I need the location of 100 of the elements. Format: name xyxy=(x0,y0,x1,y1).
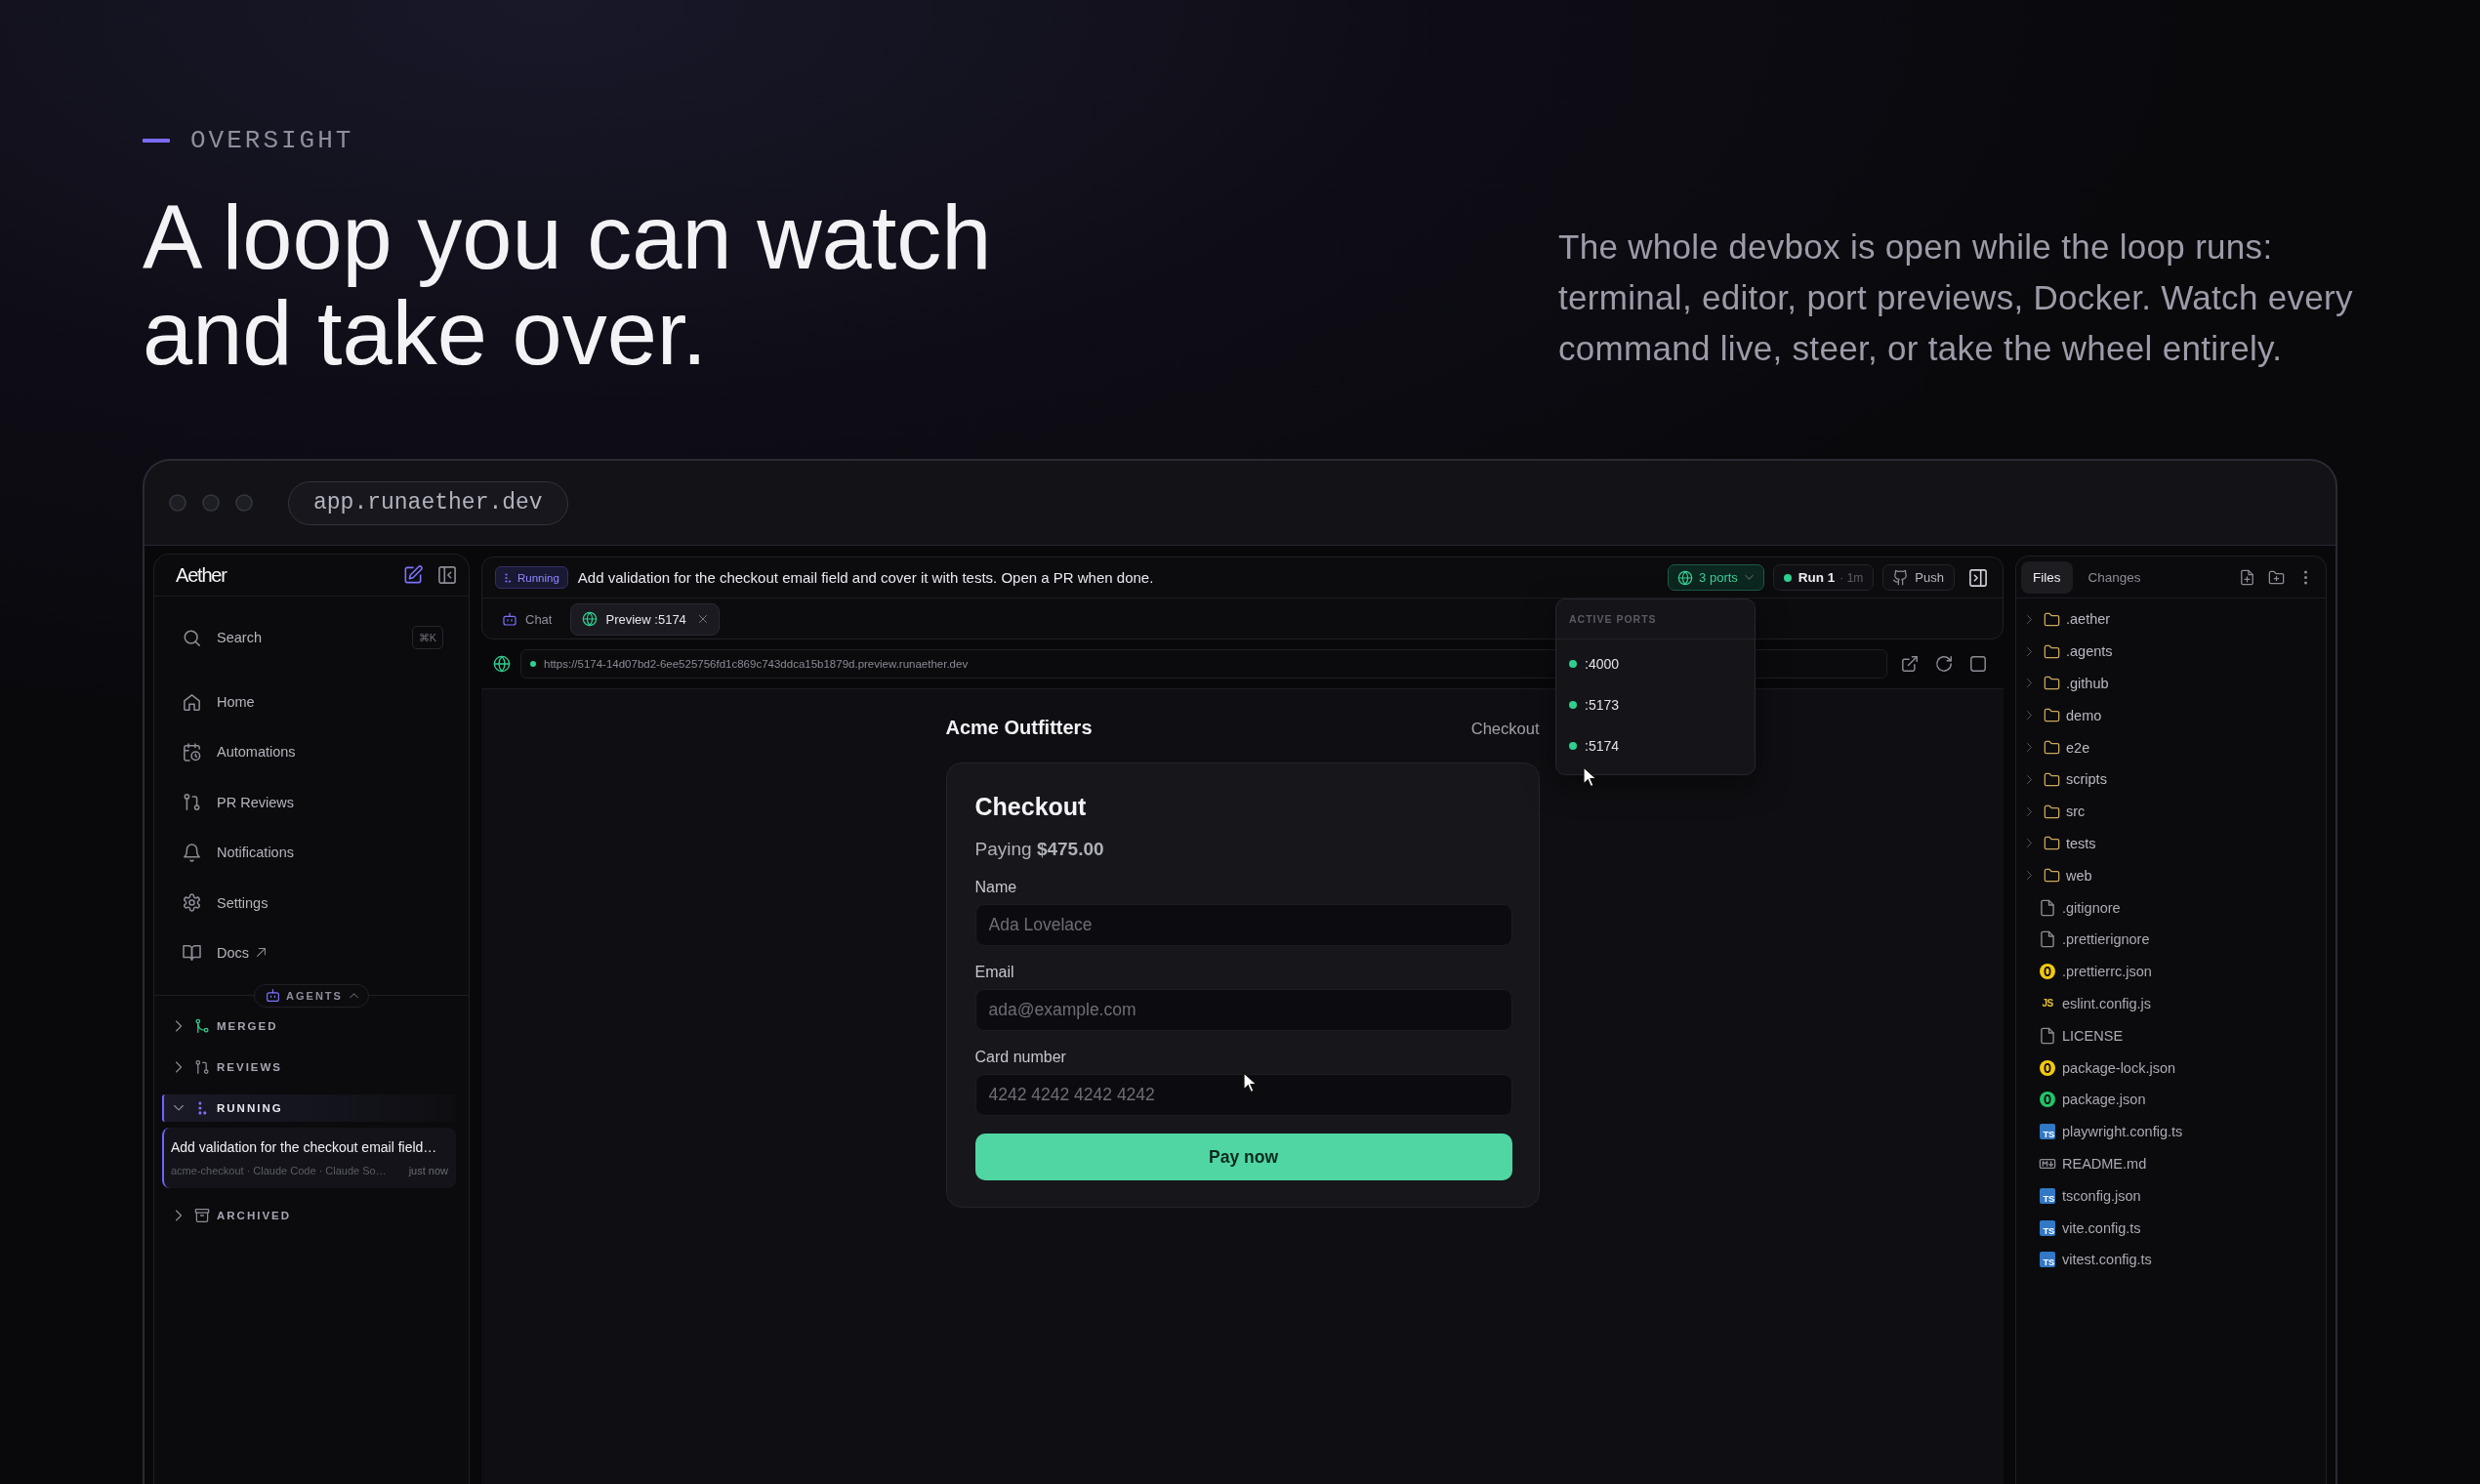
chevron-right-icon xyxy=(2025,806,2034,816)
agent-group-toggle[interactable]: ARCHIVED xyxy=(162,1201,292,1229)
text-input[interactable]: ada@example.com xyxy=(974,989,1512,1031)
file-tree-item[interactable]: TS vitest.config.ts xyxy=(2016,1243,2152,1276)
site-nav-link[interactable]: Checkout xyxy=(1470,717,1540,740)
text-input[interactable]: Ada Lovelace xyxy=(974,904,1512,946)
file-tree-item[interactable]: demo xyxy=(2016,699,2102,732)
file-tree-item[interactable]: TS playwright.config.ts xyxy=(2016,1115,2183,1148)
chevron-down-icon xyxy=(1744,573,1754,582)
file-tree-item[interactable]: README.md xyxy=(2016,1147,2147,1180)
file-tree-item[interactable]: web xyxy=(2016,859,2092,892)
file-tree-item[interactable]: tests xyxy=(2016,827,2096,860)
site-name: Acme Outfitters xyxy=(945,716,1093,739)
file-tree-item[interactable]: .gitignore xyxy=(2016,891,2121,924)
field-label: Card number xyxy=(974,1048,1066,1067)
task-title: Add validation for the checkout email field… xyxy=(171,1137,438,1156)
chevron-right-icon xyxy=(2025,743,2034,753)
file-tree-item[interactable]: e2e xyxy=(2016,731,2090,763)
search-icon xyxy=(184,629,200,646)
chevron-right-icon xyxy=(174,1210,184,1220)
folder-icon xyxy=(2045,708,2059,723)
intro-paragraph: The whole devbox is open while the loop runs: terminal, editor, port previews, Docker. Watch every command live, steer, or take the wheel entirely. xyxy=(1558,227,2354,369)
search-button[interactable]: Search ⌘K xyxy=(184,620,443,655)
folder-icon xyxy=(2045,643,2059,659)
nav-link[interactable]: Home xyxy=(184,683,255,721)
app-logo: Aether xyxy=(176,563,227,587)
file-type-badge: TS xyxy=(2040,1252,2055,1268)
file-type-badge: TS xyxy=(2040,1219,2055,1236)
tab[interactable]: Chat xyxy=(490,602,565,636)
chevron-right-icon xyxy=(174,1061,184,1072)
file-tree-item[interactable]: .agents xyxy=(2016,635,2113,668)
field-label: Name xyxy=(974,878,1017,897)
text-input[interactable]: 4242 4242 4242 4242 xyxy=(974,1074,1512,1116)
folder-icon xyxy=(2045,740,2059,756)
cat-icon xyxy=(1893,570,1909,585)
headline: A loop you can watch and take over. xyxy=(143,189,993,381)
nav-link[interactable]: Settings xyxy=(184,884,269,922)
panel-tab[interactable]: Changes xyxy=(2076,560,2153,594)
file-type-badge: TS xyxy=(2040,1124,2055,1140)
folder-icon xyxy=(2045,611,2059,627)
file-tree-item[interactable]: package.json xyxy=(2016,1083,2146,1116)
agent-group-toggle[interactable]: MERGED xyxy=(162,1011,278,1040)
markdown-icon xyxy=(2040,1158,2055,1169)
nav-link[interactable]: Automations xyxy=(184,733,296,771)
file-tree-item[interactable]: LICENSE xyxy=(2016,1019,2124,1052)
status-dot-icon xyxy=(530,661,536,667)
book-icon xyxy=(184,944,200,962)
file-tree-item[interactable]: JS eslint.config.js xyxy=(2016,987,2152,1020)
agents-toggle[interactable]: AGENTS xyxy=(254,983,369,1008)
calendar-clock-icon xyxy=(184,743,200,761)
nav-link[interactable]: Docs xyxy=(184,933,267,971)
port-menu-item[interactable]: :5173 xyxy=(1569,684,1620,725)
push-button[interactable]: Push xyxy=(1882,564,1955,591)
pay-button[interactable]: Pay now xyxy=(974,1134,1512,1180)
new-file-icon[interactable] xyxy=(2240,569,2254,585)
run-button[interactable]: Run 1 · 1m xyxy=(1772,564,1875,591)
file-tree-item[interactable]: .github xyxy=(2016,667,2109,700)
status-dot-icon xyxy=(1569,742,1577,750)
external-link-icon[interactable] xyxy=(1902,656,1918,672)
status-text: Running xyxy=(517,571,559,584)
tab[interactable]: Preview :5174 xyxy=(570,602,720,636)
chevron-right-icon xyxy=(2025,711,2034,721)
address-bar[interactable]: app.runaether.dev xyxy=(288,480,568,525)
status-dot-icon xyxy=(1569,660,1577,668)
new-folder-icon[interactable] xyxy=(2269,569,2284,585)
square-icon[interactable] xyxy=(1970,656,1986,672)
close-icon[interactable] xyxy=(698,615,707,623)
status-dot-icon xyxy=(1569,701,1577,709)
edit-icon[interactable] xyxy=(404,566,422,584)
file-tree-item[interactable]: TS vite.config.ts xyxy=(2016,1212,2141,1244)
panel-toggle-icon[interactable] xyxy=(1969,568,1987,587)
chevron-right-icon xyxy=(2025,646,2034,656)
ports-dropdown-button[interactable]: 3 ports xyxy=(1668,564,1764,591)
folder-icon xyxy=(2045,804,2059,819)
file-tree-item[interactable]: .prettierrc.json xyxy=(2016,955,2152,988)
agent-group-toggle[interactable]: RUNNING xyxy=(162,1093,456,1122)
globe-icon xyxy=(583,612,598,626)
chevron-right-icon xyxy=(2025,679,2034,688)
refresh-icon[interactable] xyxy=(1936,656,1952,672)
folder-icon xyxy=(2045,836,2059,851)
file-tree-item[interactable]: scripts xyxy=(2016,763,2107,796)
agent-group-toggle[interactable]: REVIEWS xyxy=(162,1052,283,1081)
panel-tab[interactable]: Files xyxy=(2021,560,2073,594)
chevron-right-icon xyxy=(2025,871,2034,881)
task-card[interactable]: Add validation for the checkout email field… acme-checkout · Claude Code · Claude So… just now xyxy=(162,1127,456,1188)
file-tree-item[interactable]: .prettierignore xyxy=(2016,923,2150,956)
folder-icon xyxy=(2045,868,2059,884)
task-prompt: Add validation for the checkout email field and cover it with tests. Open a PR when done. xyxy=(577,569,1154,586)
sidebar-toggle-icon[interactable] xyxy=(438,566,456,584)
file-tree-item[interactable]: package-lock.json xyxy=(2016,1051,2176,1084)
nav-link[interactable]: PR Reviews xyxy=(184,783,294,821)
file-tree-item[interactable]: TS tsconfig.json xyxy=(2016,1179,2141,1213)
file-tree-item[interactable]: src xyxy=(2016,795,2086,828)
menu-heading: ACTIVE PORTS xyxy=(1556,599,1755,639)
port-menu-item[interactable]: :5174 xyxy=(1569,725,1620,766)
section-label: OVERSIGHT xyxy=(190,126,354,155)
file-tree-item[interactable]: .aether xyxy=(2016,603,2111,636)
chevron-right-icon xyxy=(2025,614,2034,624)
globe-icon xyxy=(494,656,510,672)
nav-link[interactable]: Notifications xyxy=(184,834,294,872)
